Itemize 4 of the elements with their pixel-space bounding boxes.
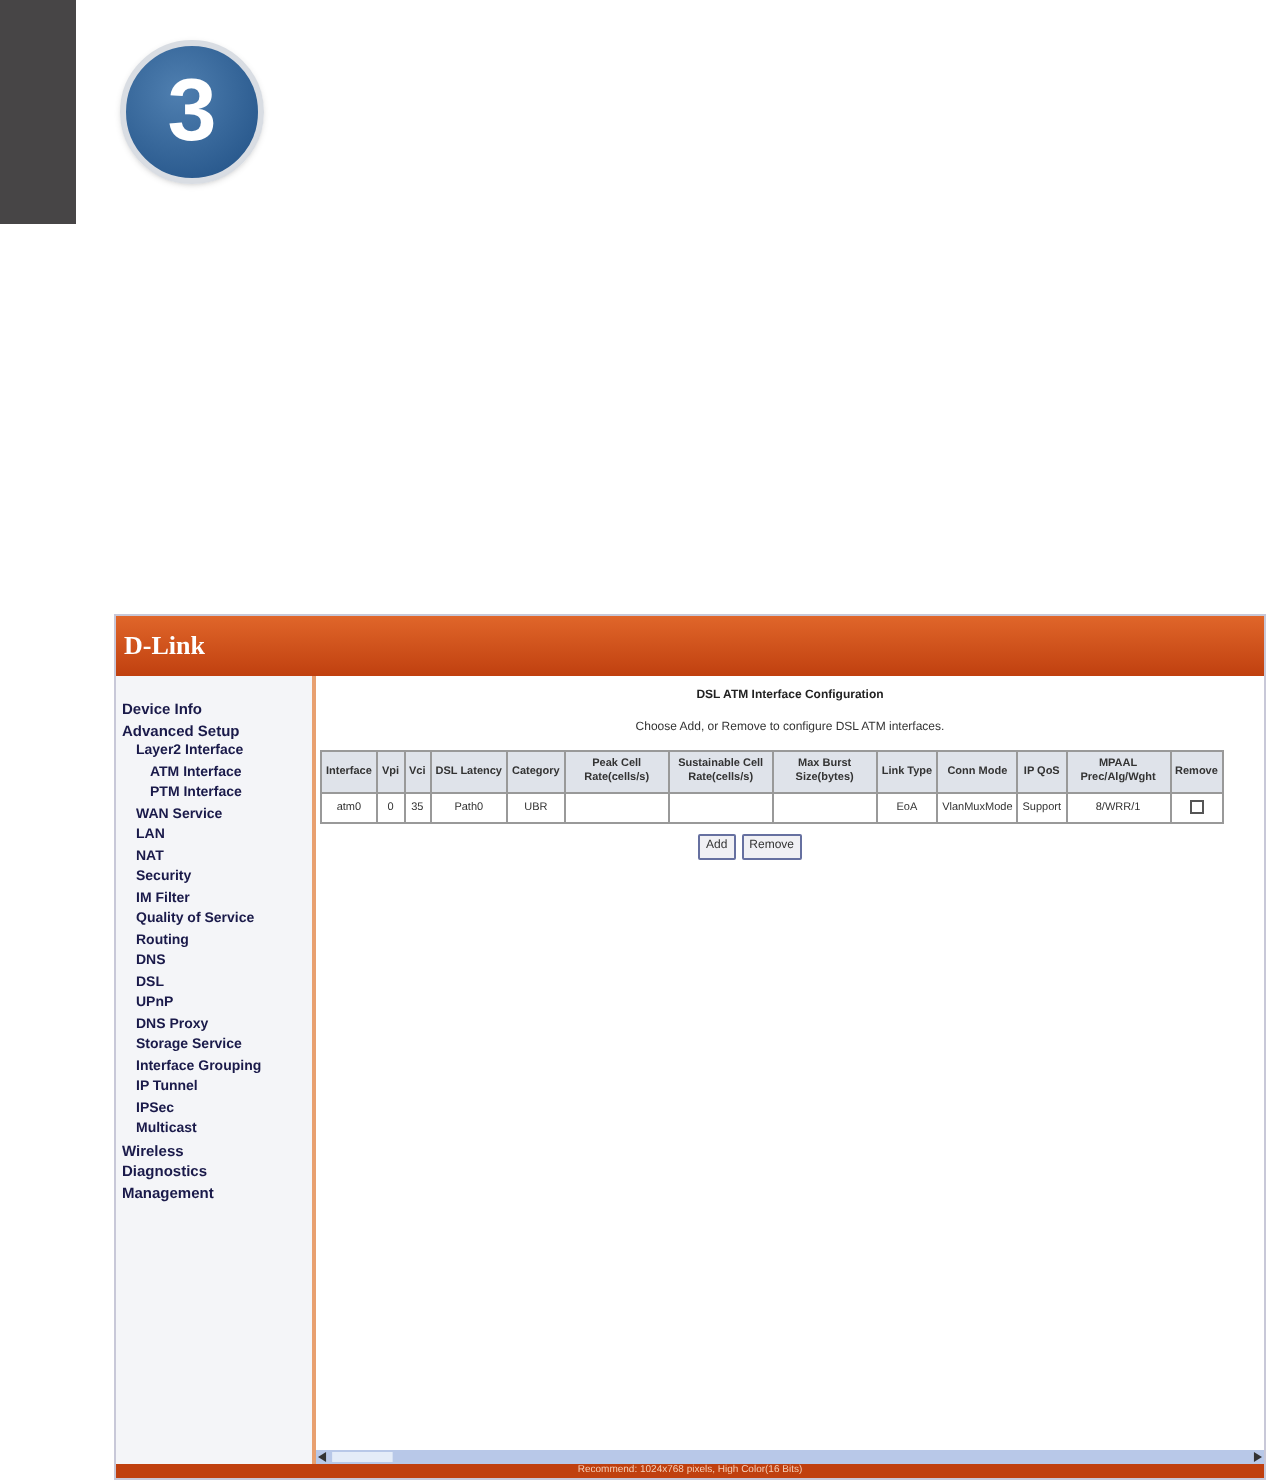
brand-logo: D-Link [124,628,205,665]
step-number: 3 [120,40,264,184]
horizontal-scrollbar[interactable] [316,1450,1264,1464]
remove-checkbox[interactable] [1189,800,1204,815]
